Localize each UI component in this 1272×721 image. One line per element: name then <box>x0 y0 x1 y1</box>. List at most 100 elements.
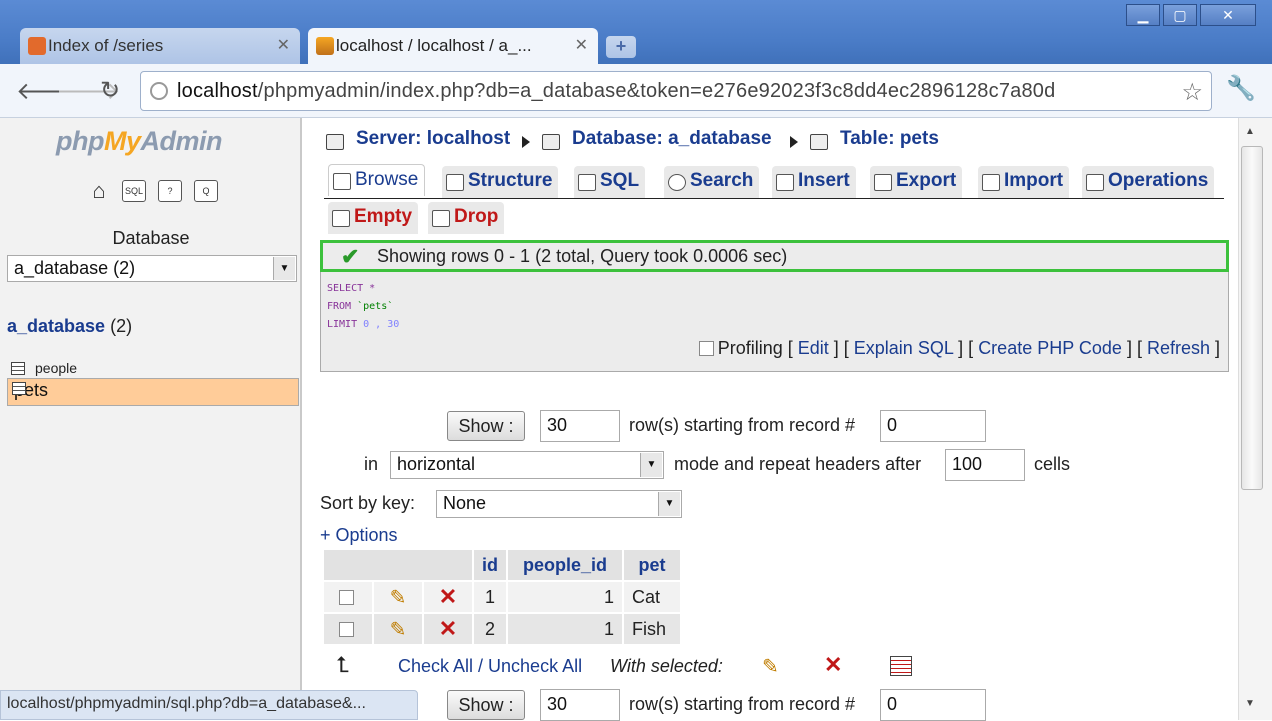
table-icon[interactable] <box>11 362 25 375</box>
export-selected-icon[interactable] <box>890 656 912 676</box>
row-checkbox[interactable] <box>338 621 354 637</box>
check-all-link[interactable]: Check All / Uncheck All <box>398 656 582 677</box>
tab-title: Index of /series <box>48 36 164 55</box>
export-icon <box>874 174 892 191</box>
pma-favicon-icon <box>316 37 334 55</box>
sidebar-item-label[interactable]: people <box>35 360 77 376</box>
tab-browse[interactable]: Browse <box>328 164 426 196</box>
profiling-checkbox[interactable] <box>698 341 714 356</box>
cell-pet: Cat <box>624 582 680 612</box>
database-select-value: a_database (2) <box>14 258 136 278</box>
breadcrumb-database[interactable]: Database: a_database <box>572 128 772 150</box>
sidebar-item-people[interactable]: people <box>7 359 299 378</box>
navigation-frame: phpMyAdmin ⌂ SQL ? Q Database a_database… <box>0 118 302 720</box>
address-bar[interactable]: localhost/phpmyadmin/index.php?db=a_data… <box>140 71 1212 111</box>
sort-by-key-select[interactable]: None ▼ <box>436 490 682 518</box>
success-text: Showing rows 0 - 1 (2 total, Query took … <box>377 246 788 266</box>
close-icon[interactable]: ✕ <box>277 35 290 55</box>
options-toggle[interactable]: + Options <box>320 525 398 546</box>
sql-tab-icon <box>578 174 596 191</box>
browser-title-bar: Index of /series ✕ localhost / localhost… <box>0 0 1272 68</box>
tab-insert[interactable]: Insert <box>772 166 856 198</box>
tab-drop[interactable]: Drop <box>428 202 505 234</box>
new-tab-button[interactable]: + <box>606 36 636 58</box>
drop-icon <box>432 210 450 227</box>
scrollbar-thumb[interactable] <box>1241 146 1263 490</box>
close-icon[interactable]: ✕ <box>575 35 588 55</box>
column-header-people-id[interactable]: people_id <box>508 550 622 580</box>
delete-icon[interactable]: ✕ <box>439 584 457 609</box>
breadcrumb-table[interactable]: Table: pets <box>840 128 939 150</box>
refresh-link[interactable]: Refresh <box>1147 338 1210 358</box>
chevron-down-icon[interactable]: ▼ <box>658 492 680 516</box>
scroll-up-icon[interactable]: ▲ <box>1245 126 1255 137</box>
sql-links: Profiling [ Edit ] [ Explain SQL ] [ Cre… <box>698 338 1220 359</box>
page-icon <box>150 82 168 100</box>
show-button-bottom[interactable]: Show : <box>447 690 525 720</box>
home-icon[interactable]: ⌂ <box>87 180 111 202</box>
pencil-icon[interactable]: ✎ <box>390 619 407 641</box>
tab-export[interactable]: Export <box>870 166 963 198</box>
start-record-input-bottom[interactable]: 0 <box>880 689 986 721</box>
sidebar-item-pets[interactable]: pets <box>7 378 299 406</box>
database-link[interactable]: a_database (2) <box>7 316 132 337</box>
create-php-code-link[interactable]: Create PHP Code <box>978 338 1122 358</box>
scroll-down-icon[interactable]: ▼ <box>1245 698 1255 709</box>
display-mode-select[interactable]: horizontal ▼ <box>390 451 664 479</box>
explain-sql-link[interactable]: Explain SQL <box>854 338 953 358</box>
tab-index-of-series[interactable]: Index of /series ✕ <box>20 28 300 64</box>
success-message: ✔ Showing rows 0 - 1 (2 total, Query too… <box>320 240 1229 272</box>
breadcrumb-server[interactable]: Server: localhost <box>356 128 510 150</box>
cell-pet: Fish <box>624 614 680 644</box>
bookmark-star-icon[interactable]: ☆ <box>1181 78 1203 107</box>
xampp-icon <box>28 37 46 55</box>
rows-input[interactable]: 30 <box>540 410 620 442</box>
pencil-icon[interactable]: ✎ <box>390 587 407 609</box>
delete-cell: ✕ <box>424 582 472 612</box>
query-icon[interactable]: ? <box>158 180 182 202</box>
empty-icon <box>332 210 350 227</box>
repeat-headers-input[interactable]: 100 <box>945 449 1025 481</box>
minimize-button[interactable]: ▁ <box>1126 4 1160 26</box>
tab-title: localhost / localhost / a_... <box>336 36 532 55</box>
tab-phpmyadmin[interactable]: localhost / localhost / a_... ✕ <box>308 28 598 64</box>
wrench-icon[interactable]: 🔧 <box>1226 74 1256 103</box>
delete-icon[interactable]: ✕ <box>439 616 457 641</box>
reload-icon[interactable]: ↻ <box>100 76 120 105</box>
docs-icon[interactable]: Q <box>194 180 218 202</box>
database-select[interactable]: a_database (2) ▼ <box>7 255 297 282</box>
tab-search[interactable]: Search <box>664 166 760 198</box>
edit-link[interactable]: Edit <box>798 338 829 358</box>
tab-structure[interactable]: Structure <box>442 166 559 198</box>
tab-operations[interactable]: Operations <box>1082 166 1215 198</box>
row-checkbox[interactable] <box>338 589 354 605</box>
table-icon[interactable] <box>12 382 26 395</box>
edit-cell: ✎ <box>374 614 422 644</box>
vertical-scrollbar[interactable]: ▲ ▼ <box>1238 118 1272 720</box>
tab-sql[interactable]: SQL <box>574 166 646 198</box>
rows-input-bottom[interactable]: 30 <box>540 689 620 721</box>
mode-repeat-label: mode and repeat headers after <box>674 454 922 474</box>
phpmyadmin-logo[interactable]: phpMyAdmin <box>56 126 222 157</box>
row-checkbox-cell <box>324 582 372 612</box>
maximize-button[interactable]: ▢ <box>1163 4 1197 26</box>
browse-icon <box>333 173 351 190</box>
actions-header <box>324 550 472 580</box>
breadcrumb-separator-icon <box>790 136 798 148</box>
sql-query-box: SELECT * FROM `pets` LIMIT 0 , 30 Profil… <box>320 272 1229 372</box>
sql-icon[interactable]: SQL <box>122 180 146 202</box>
show-button[interactable]: Show : <box>447 411 525 441</box>
tab-empty[interactable]: Empty <box>328 202 419 234</box>
column-header-id[interactable]: id <box>474 550 506 580</box>
delete-icon[interactable]: ✕ <box>824 652 842 678</box>
tab-import[interactable]: Import <box>978 166 1070 198</box>
table-icon <box>810 134 828 150</box>
chevron-down-icon[interactable]: ▼ <box>273 257 295 280</box>
close-window-button[interactable]: ✕ <box>1200 4 1256 26</box>
start-record-input[interactable]: 0 <box>880 410 986 442</box>
tab-divider <box>324 198 1224 199</box>
chevron-down-icon[interactable]: ▼ <box>640 453 662 477</box>
column-header-pet[interactable]: pet <box>624 550 680 580</box>
rows-starting-label: row(s) starting from record # <box>629 415 856 435</box>
pencil-icon[interactable]: ✎ <box>762 654 779 679</box>
